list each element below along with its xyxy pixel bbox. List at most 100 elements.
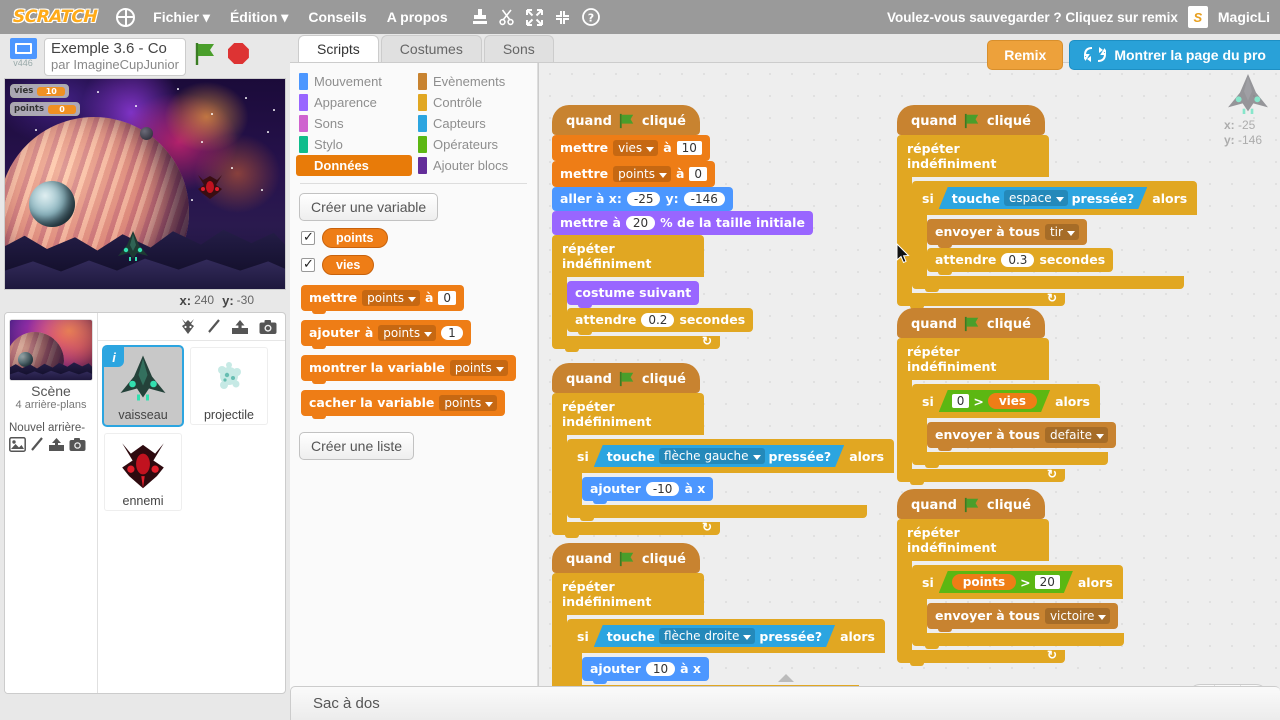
menu-fichier[interactable]: Fichier ▾ [143,0,220,34]
project-page-button[interactable]: Montrer la page du pro [1069,40,1280,70]
value-input-y[interactable]: -146 [683,192,725,206]
block-set-vies[interactable]: mettre vies à 10 [552,135,710,164]
help-icon[interactable]: ? [581,8,600,26]
variable-pill-vies[interactable]: vies [322,255,375,275]
value-input[interactable]: 0 [438,291,457,305]
paint-icon[interactable] [30,437,44,452]
value-input[interactable]: 10 [645,662,676,676]
block-set-size[interactable]: mettre à 20 % de la taille initiale [552,211,813,238]
checkbox-vies[interactable] [301,256,315,272]
username-label[interactable]: MagicLi [1218,9,1270,25]
variable-dropdown[interactable]: points [378,325,437,341]
value-input[interactable]: 0 [689,167,708,181]
script-stack-init[interactable]: quand cliqué mettre vies à 10 mettre poi… [552,105,813,352]
variable-dropdown[interactable]: points [613,166,671,182]
paint-icon[interactable] [207,318,221,335]
hat-block-when-flag-clicked[interactable]: quand cliqué [897,308,1045,341]
menu-edition[interactable]: Édition ▾ [220,0,298,34]
scripts-canvas[interactable]: x: -25 y: -146 quand cliqué mettre vies … [538,63,1280,720]
block-if-then[interactable]: si touche flèche gauche pressée? alors a… [567,439,895,521]
stage-monitor-vies[interactable]: vies 10 [10,84,70,98]
scissors-icon[interactable] [498,8,515,26]
block-broadcast-tir[interactable]: envoyer à tous tir [927,219,1087,248]
category-operateurs[interactable]: Opérateurs [415,134,531,155]
tab-sons[interactable]: Sons [483,35,554,62]
backpack-bar[interactable]: Sac à dos [290,674,1280,720]
hat-block-when-flag-clicked[interactable]: quand cliqué [552,105,700,138]
stage-monitor-points[interactable]: points 0 [10,102,81,116]
stamp-icon[interactable] [472,8,488,26]
variable-dropdown[interactable]: points [439,395,498,411]
picture-icon[interactable] [9,437,26,452]
tab-costumes[interactable]: Costumes [380,35,482,62]
chevron-up-icon[interactable] [777,674,794,682]
operand-right-input[interactable]: 20 [1035,575,1060,589]
variable-dropdown[interactable]: vies [613,140,659,156]
palette-block-show-variable[interactable]: montrer la variable points [301,355,516,384]
block-key-pressed[interactable]: touche flèche gauche pressée? [594,445,844,467]
block-change-x[interactable]: ajouter 10 à x [582,657,709,684]
upload-icon[interactable] [231,319,249,335]
sprite-item-vaisseau[interactable]: i vaisseau [102,345,184,427]
sprite-info-badge[interactable]: i [104,347,124,367]
script-stack-defeat[interactable]: quand cliqué répéter indéfiniment si 0 >… [897,308,1116,485]
value-input[interactable]: -10 [645,482,680,496]
block-broadcast-victoire[interactable]: envoyer à tous victoire [927,603,1119,632]
key-dropdown[interactable]: espace [1004,190,1068,206]
remix-button[interactable]: Remix [987,40,1064,70]
grow-icon[interactable] [525,8,543,26]
fullscreen-icon[interactable]: v446 [6,38,40,68]
message-dropdown[interactable]: victoire [1044,608,1111,624]
create-variable-button[interactable]: Créer une variable [299,193,439,221]
value-input[interactable]: 0.2 [641,313,675,327]
hat-block-when-flag-clicked[interactable]: quand cliqué [552,363,700,396]
block-forever-loop[interactable]: répéter indéfiniment costume suivant att… [552,235,813,352]
stage-thumbnail[interactable] [9,319,93,381]
tab-scripts[interactable]: Scripts [298,35,379,62]
camera-icon[interactable] [69,437,86,452]
category-sons[interactable]: Sons [296,113,412,134]
message-dropdown[interactable]: defaite [1044,427,1108,443]
hat-block-when-flag-clicked[interactable]: quand cliqué [552,543,700,576]
block-forever-loop[interactable]: répéter indéfiniment si points > 20 alor… [897,519,1124,666]
category-mouvement[interactable]: Mouvement [296,71,412,92]
key-dropdown[interactable]: flèche gauche [659,448,765,464]
block-key-pressed[interactable]: touche flèche droite pressée? [594,625,835,647]
stop-sign-icon[interactable] [227,43,249,64]
block-forever-loop[interactable]: répéter indéfiniment si 0 > vies alors e… [897,338,1116,485]
block-greater-than[interactable]: 0 > vies [939,390,1050,412]
sprite-item-ennemi[interactable]: ennemi [102,431,184,513]
block-set-points[interactable]: mettre points à 0 [552,161,716,190]
block-wait[interactable]: attendre 0.2 secondes [567,308,754,335]
checkbox-points[interactable] [301,229,315,245]
camera-icon[interactable] [259,319,277,335]
hat-block-when-flag-clicked[interactable]: quand cliqué [897,489,1045,522]
value-input-x[interactable]: -25 [626,192,661,206]
script-stack-victory[interactable]: quand cliqué répéter indéfiniment si poi… [897,489,1124,666]
menu-conseils[interactable]: Conseils [298,0,376,34]
variable-dropdown[interactable]: points [362,290,420,306]
block-if-then[interactable]: si points > 20 alors envoyer à tous vict… [912,565,1124,649]
block-if-then[interactable]: si touche espace pressée? alors envoyer … [912,181,1198,292]
menu-a-propos[interactable]: A propos [377,0,458,34]
block-key-pressed[interactable]: touche espace pressée? [939,187,1148,209]
message-dropdown[interactable]: tir [1044,224,1079,240]
enemy-sprite-on-stage[interactable] [195,171,225,201]
variable-reporter-points[interactable]: points [952,574,1016,590]
hat-block-when-flag-clicked[interactable]: quand cliqué [897,105,1045,138]
block-broadcast-defaite[interactable]: envoyer à tous defaite [927,422,1116,451]
sprite-item-projectile[interactable]: projectile [188,345,270,427]
key-dropdown[interactable]: flèche droite [659,628,755,644]
category-donnees[interactable]: Données [296,155,412,176]
green-flag-icon[interactable] [193,42,218,66]
block-if-then[interactable]: si 0 > vies alors envoyer à tous defaite [912,384,1116,468]
palette-block-change-variable[interactable]: ajouter à points 1 [301,320,471,349]
block-wait[interactable]: attendre 0.3 secondes [927,248,1114,275]
category-stylo[interactable]: Stylo [296,134,412,155]
globe-icon[interactable] [116,7,136,27]
script-stack-shoot[interactable]: quand cliqué répéter indéfiniment si tou… [897,105,1198,309]
shrink-icon[interactable] [554,9,571,26]
value-input[interactable]: 20 [625,216,656,230]
project-title-box[interactable]: Exemple 3.6 - Co par ImagineCupJunior [44,38,186,76]
block-forever-loop[interactable]: répéter indéfiniment si touche espace pr… [897,135,1198,309]
